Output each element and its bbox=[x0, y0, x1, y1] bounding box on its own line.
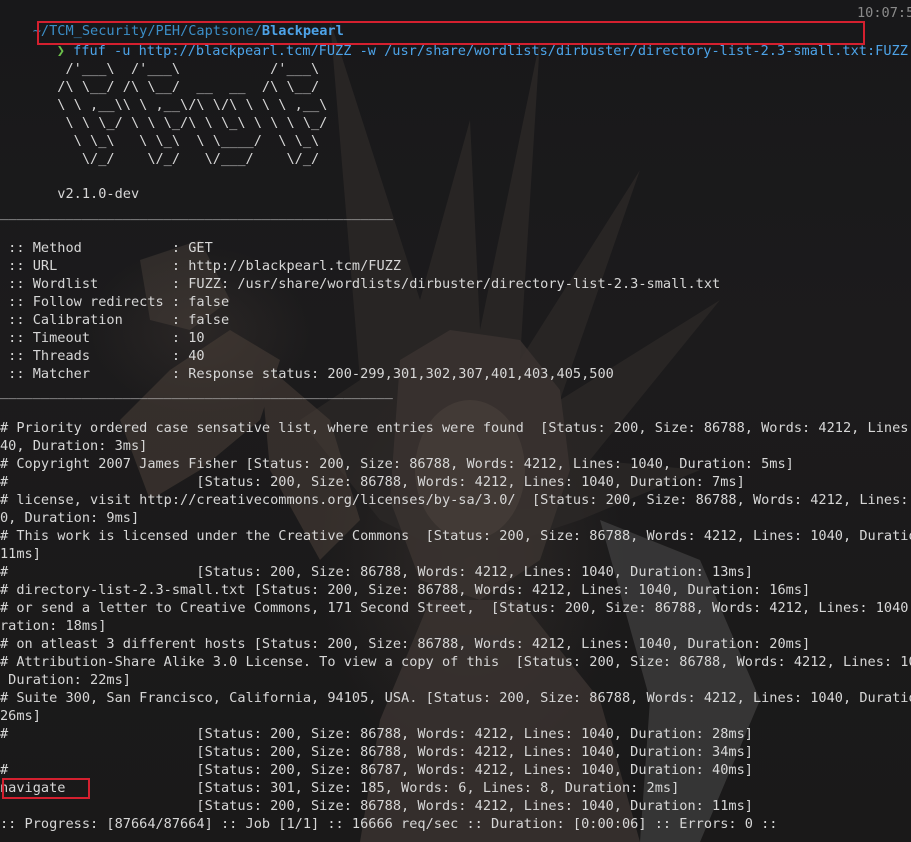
result-line: ration: 18ms] bbox=[0, 618, 107, 634]
result-line: [Status: 200, Size: 86788, Words: 4212, … bbox=[0, 744, 753, 760]
result-line: # Copyright 2007 James Fisher [Status: 2… bbox=[0, 456, 794, 472]
ffuf-version: v2.1.0-dev bbox=[0, 186, 140, 202]
result-line: # [Status: 200, Size: 86788, Words: 4212… bbox=[0, 564, 753, 580]
result-line: 0, Duration: 9ms] bbox=[0, 510, 140, 526]
separator-line: ________________________________________… bbox=[0, 205, 393, 221]
ffuf-banner-line: \ \ \_/ \ \ \_/\ \ \_\ \ \ \ \_/ bbox=[0, 115, 328, 131]
config-calibration: :: Calibration : false bbox=[0, 312, 230, 328]
ffuf-banner-line: \ \_\ \ \_\ \ \____/ \ \_\ bbox=[0, 133, 320, 149]
prompt-clock: 10:07:5 bbox=[857, 5, 911, 21]
result-line: Duration: 22ms] bbox=[0, 672, 131, 688]
terminal-window[interactable]: ~/TCM_Security/PEH/Captsone/Blackpearl 1… bbox=[0, 0, 911, 842]
result-line: [Status: 200, Size: 86788, Words: 4212, … bbox=[0, 798, 753, 814]
result-line: # or send a letter to Creative Commons, … bbox=[0, 600, 911, 616]
result-line: # Priority ordered case sensative list, … bbox=[0, 420, 911, 436]
config-follow-redirects: :: Follow redirects : false bbox=[0, 294, 230, 310]
config-method: :: Method : GET bbox=[0, 240, 213, 256]
config-wordlist: :: Wordlist : FUZZ: /usr/share/wordlists… bbox=[0, 276, 721, 292]
config-matcher: :: Matcher : Response status: 200-299,30… bbox=[0, 366, 614, 382]
result-line: 26ms] bbox=[0, 708, 41, 724]
ffuf-banner-line: \ \ ,__\\ \ ,__\/\ \/\ \ \ \ ,__\ bbox=[0, 97, 328, 113]
ffuf-banner-line: /\ \__/ /\ \__/ __ __ /\ \__/ bbox=[0, 79, 320, 95]
result-line: # directory-list-2.3-small.txt [Status: … bbox=[0, 582, 811, 598]
result-line: 11ms] bbox=[0, 546, 41, 562]
result-line: # Suite 300, San Francisco, California, … bbox=[0, 690, 911, 706]
command-text[interactable]: ffuf -u http://blackpearl.tcm/FUZZ -w /u… bbox=[73, 43, 908, 59]
prompt-arrow-icon: ❯ bbox=[56, 43, 65, 59]
result-line: # [Status: 200, Size: 86787, Words: 4212… bbox=[0, 762, 753, 778]
result-line: # Attribution-Share Alike 3.0 License. T… bbox=[0, 654, 911, 670]
result-line: # license, visit http://creativecommons.… bbox=[0, 492, 911, 508]
result-line: # on atleast 3 different hosts [Status: … bbox=[0, 636, 811, 652]
config-url: :: URL : http://blackpearl.tcm/FUZZ bbox=[0, 258, 402, 274]
config-threads: :: Threads : 40 bbox=[0, 348, 205, 364]
result-line: # [Status: 200, Size: 86788, Words: 4212… bbox=[0, 474, 745, 490]
config-timeout: :: Timeout : 10 bbox=[0, 330, 205, 346]
ffuf-banner-line: \/_/ \/_/ \/___/ \/_/ bbox=[0, 151, 320, 167]
result-line-navigate: navigate [Status: 301, Size: 185, Words:… bbox=[0, 780, 680, 796]
navigate-highlight-box bbox=[2, 778, 90, 799]
result-line: 40, Duration: 3ms] bbox=[0, 438, 148, 454]
separator-line: ________________________________________… bbox=[0, 384, 393, 400]
ffuf-banner-line: /'___\ /'___\ /'___\ bbox=[0, 61, 320, 77]
prompt-line: ~/TCM_Security/PEH/Captsone/Blackpearl bbox=[0, 4, 344, 39]
result-line: # This work is licensed under the Creati… bbox=[0, 528, 911, 544]
progress-line: :: Progress: [87664/87664] :: Job [1/1] … bbox=[0, 816, 778, 832]
result-line: # [Status: 200, Size: 86788, Words: 4212… bbox=[0, 726, 753, 742]
command-highlight-box bbox=[37, 21, 865, 45]
